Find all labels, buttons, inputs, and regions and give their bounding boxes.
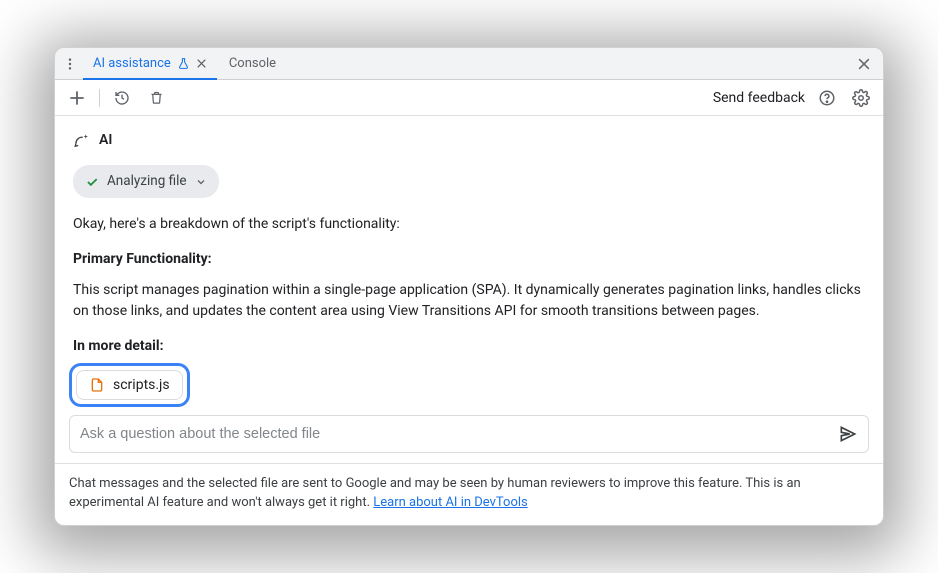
input-row: [55, 415, 883, 463]
chat-content: AI Analyzing file Okay, here's a breakdo…: [55, 116, 883, 362]
sparkle-icon: [73, 132, 91, 150]
section-body-primary: This script manages pagination within a …: [73, 280, 865, 322]
close-tab-icon[interactable]: [196, 58, 207, 69]
close-panel-icon[interactable]: [851, 55, 877, 73]
divider: [99, 89, 100, 107]
tab-console[interactable]: Console: [219, 48, 286, 79]
file-icon: [89, 377, 105, 393]
history-button[interactable]: [110, 86, 134, 110]
tab-bar: AI assistance Console: [55, 48, 883, 80]
flask-icon: [177, 57, 190, 70]
section-title-primary: Primary Functionality:: [73, 249, 865, 270]
ai-header-label: AI: [99, 130, 112, 151]
selected-file-row: scripts.js: [55, 363, 883, 415]
more-menu-icon[interactable]: [59, 53, 81, 75]
delete-button[interactable]: [144, 86, 168, 110]
new-chat-button[interactable]: [65, 86, 89, 110]
learn-more-link[interactable]: Learn about AI in DevTools: [373, 495, 527, 510]
ai-header: AI: [73, 130, 865, 151]
question-input-box: [69, 415, 869, 453]
response-intro: Okay, here's a breakdown of the script's…: [73, 214, 865, 235]
question-input[interactable]: [80, 426, 828, 442]
send-button[interactable]: [838, 424, 858, 444]
help-button[interactable]: [815, 86, 839, 110]
settings-button[interactable]: [849, 86, 873, 110]
selected-file-name: scripts.js: [113, 377, 170, 393]
selected-file-highlight: scripts.js: [69, 363, 190, 407]
section-title-detail: In more detail:: [73, 336, 865, 357]
status-chip-label: Analyzing file: [107, 171, 187, 191]
status-chip[interactable]: Analyzing file: [73, 165, 219, 197]
tab-label: AI assistance: [93, 56, 171, 71]
disclaimer-footer: Chat messages and the selected file are …: [55, 463, 883, 525]
tab-ai-assistance[interactable]: AI assistance: [83, 48, 217, 79]
check-icon: [85, 175, 99, 189]
tab-label: Console: [229, 56, 276, 71]
selected-file-chip[interactable]: scripts.js: [76, 370, 183, 400]
devtools-panel: AI assistance Console Send feedback: [54, 47, 884, 525]
toolbar: Send feedback: [55, 80, 883, 116]
chevron-down-icon: [195, 176, 207, 188]
send-feedback-link[interactable]: Send feedback: [713, 90, 805, 106]
